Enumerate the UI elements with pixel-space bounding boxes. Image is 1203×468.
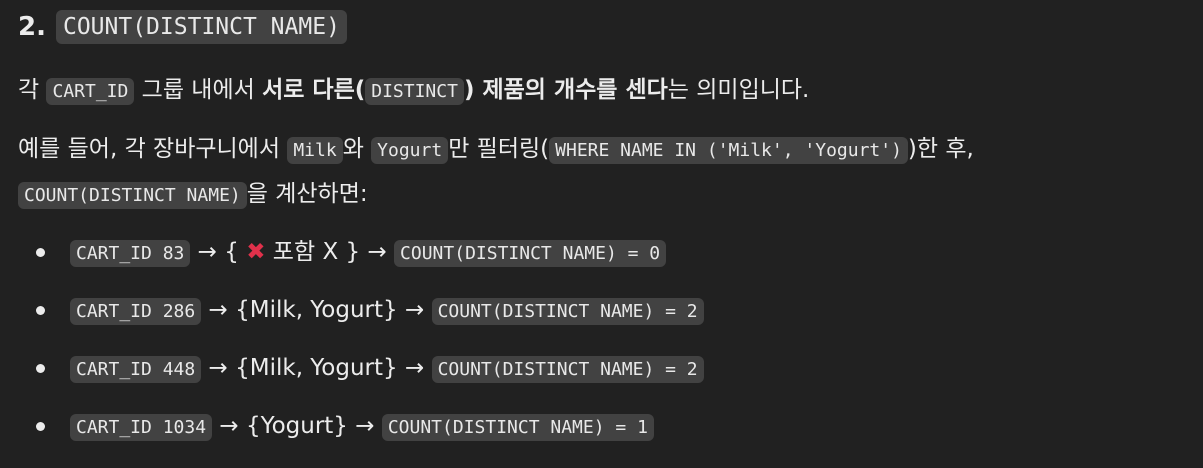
result-code: COUNT(DISTINCT NAME) = 1: [381, 414, 654, 441]
cart-id-code: CART_ID 448: [70, 356, 202, 383]
item-detail-text: 포함 X } →: [265, 239, 395, 265]
result-list: CART_ID 83 → { ✖ 포함 X } → COUNT(DISTINCT…: [0, 236, 704, 468]
list-item: CART_ID 448 → {Milk, Yogurt} → COUNT(DIS…: [0, 352, 704, 410]
list-item: CART_ID 1034 → {Yogurt} → COUNT(DISTINCT…: [0, 410, 704, 468]
p2-code-count: COUNT(DISTINCT NAME): [18, 182, 247, 209]
p1-code-cart-id: CART_ID: [46, 78, 135, 105]
p2-code-where: WHERE NAME IN ('Milk', 'Yogurt'): [549, 137, 908, 164]
list-item: CART_ID 83 → { ✖ 포함 X } → COUNT(DISTINCT…: [0, 236, 704, 294]
p2-mid-1: 와: [342, 136, 372, 162]
cart-id-code: CART_ID 83: [70, 240, 191, 267]
item-arrow-text: → {: [190, 239, 247, 265]
section-heading: 2. COUNT(DISTINCT NAME): [18, 10, 347, 44]
bullet-icon: [36, 364, 45, 373]
bullet-icon: [36, 306, 45, 315]
item-arrow-text: → {Milk, Yogurt} →: [201, 297, 432, 323]
p1-code-distinct: DISTINCT: [365, 78, 464, 105]
p2-post: )한 후,: [907, 136, 974, 162]
list-item: CART_ID 286 → {Milk, Yogurt} → COUNT(DIS…: [0, 294, 704, 352]
p1-bold-2: ) 제품의 개수를 센다: [463, 77, 668, 103]
cross-icon: ✖: [246, 239, 266, 265]
heading-number: 2.: [18, 12, 46, 42]
p1-bold-1: 서로 다른(: [262, 77, 366, 103]
result-code: COUNT(DISTINCT NAME) = 2: [431, 298, 704, 325]
p2-code-milk: Milk: [287, 137, 343, 164]
paragraph-2-line-2: COUNT(DISTINCT NAME) 을 계산하면:: [18, 178, 368, 212]
p2-code-yogurt: Yogurt: [371, 137, 449, 164]
p1-mid: 그룹 내에서: [134, 77, 263, 103]
paragraph-2-line-1: 예를 들어, 각 장바구니에서 Milk 와 Yogurt 만 필터링(WHERE …: [18, 133, 974, 167]
bullet-icon: [36, 422, 45, 431]
result-code: COUNT(DISTINCT NAME) = 2: [431, 356, 704, 383]
bullet-icon: [36, 248, 45, 257]
p2-post-2: 을 계산하면:: [246, 181, 368, 207]
cart-id-code: CART_ID 286: [70, 298, 202, 325]
paragraph-1: 각 CART_ID 그룹 내에서 서로 다른(DISTINCT) 제품의 개수를…: [18, 74, 809, 108]
p2-mid-2: 만 필터링(: [448, 136, 550, 162]
cart-id-code: CART_ID 1034: [70, 414, 213, 441]
p1-post: 는 의미입니다.: [667, 77, 810, 103]
p1-pre: 각: [18, 77, 47, 103]
item-arrow-text: → {Milk, Yogurt} →: [201, 355, 432, 381]
item-arrow-text: → {Yogurt} →: [212, 413, 382, 439]
p2-pre: 예를 들어, 각 장바구니에서: [18, 136, 288, 162]
result-code: COUNT(DISTINCT NAME) = 0: [394, 240, 667, 267]
heading-code: COUNT(DISTINCT NAME): [55, 10, 347, 44]
